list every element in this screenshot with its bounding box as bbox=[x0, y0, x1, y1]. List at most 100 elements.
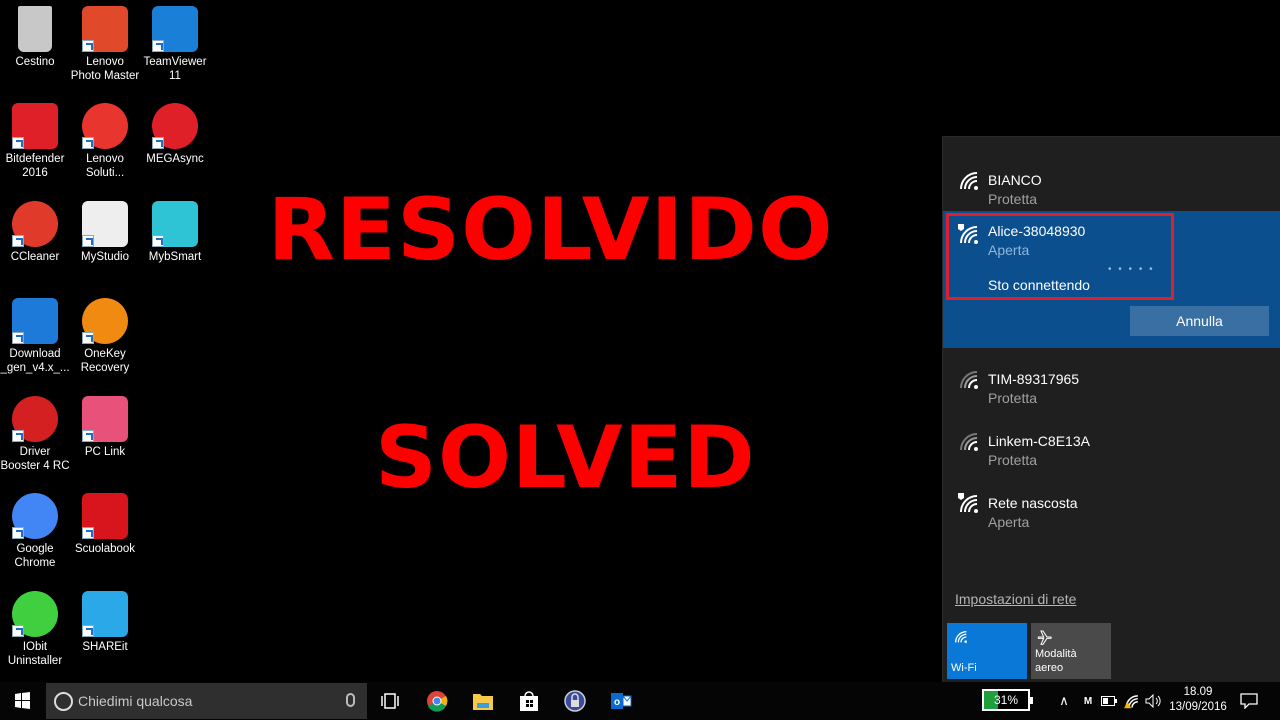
clock-time: 18.09 bbox=[1183, 686, 1213, 698]
network-security: Protetta bbox=[988, 191, 1038, 207]
start-button[interactable] bbox=[0, 682, 44, 720]
taskbar-outlook[interactable]: o bbox=[598, 682, 644, 720]
search-input[interactable] bbox=[78, 691, 328, 711]
desktop-icon-label: Driver Booster 4 RC bbox=[0, 446, 70, 472]
desktop-icon-label: Bitdefender 2016 bbox=[5, 153, 65, 179]
network-security: Protetta bbox=[988, 390, 1038, 406]
network-name: Rete nascosta bbox=[988, 495, 1078, 511]
shortcut-arrow-icon bbox=[12, 430, 24, 442]
mystudio-icon bbox=[82, 201, 128, 247]
network-item-linkem[interactable]: Linkem-C8E13A Protetta bbox=[943, 410, 1280, 472]
desktop-icon-label: MybSmart bbox=[148, 251, 202, 263]
desktop-icon[interactable]: Cestino bbox=[0, 6, 70, 69]
desktop-icon[interactable]: PC Link bbox=[70, 396, 140, 459]
desktop-icon-label: TeamViewer 11 bbox=[143, 56, 207, 82]
network-item-hidden[interactable]: Rete nascosta Aperta bbox=[943, 472, 1280, 534]
clock[interactable]: 18.09 13/09/2016 bbox=[1168, 685, 1228, 715]
tray-battery-icon[interactable] bbox=[1099, 682, 1119, 720]
shortcut-arrow-icon bbox=[12, 332, 24, 344]
network-item-bianco[interactable]: BIANCO Protetta bbox=[943, 149, 1280, 211]
megasync-icon bbox=[152, 103, 198, 149]
microphone-icon[interactable] bbox=[346, 693, 355, 707]
shortcut-arrow-icon bbox=[12, 527, 24, 539]
driver-booster-icon bbox=[12, 396, 58, 442]
desktop-icon[interactable]: OneKey Recovery bbox=[70, 298, 140, 375]
desktop-icon[interactable]: MyStudio bbox=[70, 201, 140, 264]
desktop-icon-label: Download _gen_v4.x_... bbox=[0, 348, 70, 374]
chrome-icon bbox=[12, 493, 58, 539]
airplane-mode-label: Modalità aereo bbox=[1035, 648, 1077, 674]
desktop-icon[interactable]: Scuolabook bbox=[70, 493, 140, 556]
bitdefender-icon bbox=[12, 103, 58, 149]
desktop-icon[interactable]: Download _gen_v4.x_... bbox=[0, 298, 70, 375]
recycle-bin-icon bbox=[18, 6, 52, 52]
desktop-icon[interactable]: Google Chrome bbox=[0, 493, 70, 570]
clock-date: 13/09/2016 bbox=[1169, 701, 1227, 713]
shortcut-arrow-icon bbox=[82, 137, 94, 149]
action-center-button[interactable] bbox=[1236, 682, 1262, 720]
desktop-icon[interactable]: MEGAsync bbox=[140, 103, 210, 166]
network-flyout: BIANCO Protetta Alice-38048930 Aperta • … bbox=[942, 136, 1280, 682]
desktop-icon[interactable]: Lenovo Soluti... bbox=[70, 103, 140, 180]
desktop-icon-label: OneKey Recovery bbox=[80, 348, 130, 374]
chevron-up-icon: ∧ bbox=[1059, 693, 1069, 708]
wifi-icon bbox=[955, 631, 967, 643]
task-view-icon bbox=[381, 693, 399, 709]
shortcut-arrow-icon bbox=[82, 527, 94, 539]
desktop-icon-label: Scuolabook bbox=[74, 543, 136, 555]
network-security: Aperta bbox=[988, 514, 1030, 530]
tray-m-icon[interactable]: M bbox=[1078, 682, 1098, 720]
desktop-icon-label: Cestino bbox=[15, 56, 55, 68]
desktop-icon[interactable]: IObit Uninstaller bbox=[0, 591, 70, 668]
taskbar-store[interactable] bbox=[506, 682, 552, 720]
network-settings-link[interactable]: Impostazioni di rete bbox=[955, 591, 1076, 607]
network-item-alice-connecting[interactable]: Alice-38048930 Aperta • • • • • Sto conn… bbox=[943, 211, 1280, 348]
shortcut-arrow-icon bbox=[152, 235, 164, 247]
network-item-tim[interactable]: TIM-89317965 Protetta bbox=[943, 348, 1280, 410]
shortcut-arrow-icon bbox=[82, 430, 94, 442]
airplane-mode-toggle[interactable]: Modalità aereo bbox=[1031, 623, 1111, 679]
desktop-icon[interactable]: CCleaner bbox=[0, 201, 70, 264]
desktop-icon[interactable]: TeamViewer 11 bbox=[140, 6, 210, 83]
ccleaner-icon bbox=[12, 201, 58, 247]
desktop-icon-label: SHAREit bbox=[82, 641, 128, 653]
network-name: Alice-38048930 bbox=[988, 223, 1086, 239]
connection-state: Sto connettendo bbox=[988, 277, 1090, 293]
cortana-search-box[interactable] bbox=[46, 683, 367, 719]
battery-indicator[interactable]: 31% bbox=[982, 689, 1033, 711]
shortcut-arrow-icon bbox=[82, 40, 94, 52]
wifi-toggle[interactable]: Wi-Fi bbox=[947, 623, 1027, 679]
volume-icon bbox=[1145, 694, 1161, 708]
store-icon bbox=[520, 691, 538, 711]
desktop-icon[interactable]: MybSmart bbox=[140, 201, 210, 264]
airplane-icon bbox=[1037, 630, 1052, 645]
desktop-icon[interactable]: Driver Booster 4 RC bbox=[0, 396, 70, 473]
taskbar: o 31% ∧ M 18.09 13/ bbox=[0, 682, 1280, 720]
desktop-icon-label: MEGAsync bbox=[146, 153, 204, 165]
cancel-button[interactable]: Annulla bbox=[1130, 306, 1269, 336]
windows-logo-icon bbox=[15, 692, 30, 709]
tray-volume-button[interactable] bbox=[1144, 682, 1164, 720]
show-hidden-icons-button[interactable]: ∧ bbox=[1054, 682, 1074, 720]
scuolabook-icon bbox=[82, 493, 128, 539]
desktop-icon[interactable]: Bitdefender 2016 bbox=[0, 103, 70, 180]
network-security: Aperta bbox=[988, 242, 1030, 258]
shortcut-arrow-icon bbox=[12, 625, 24, 637]
lenovo-solution-center-icon bbox=[82, 103, 128, 149]
network-name: BIANCO bbox=[988, 172, 1042, 188]
taskbar-chrome[interactable] bbox=[414, 682, 460, 720]
notification-icon bbox=[1240, 693, 1258, 709]
file-explorer-icon bbox=[473, 694, 493, 710]
download-app-icon bbox=[12, 298, 58, 344]
task-view-button[interactable] bbox=[367, 682, 413, 720]
m-app-icon: M bbox=[1083, 695, 1093, 707]
taskbar-file-explorer[interactable] bbox=[460, 682, 506, 720]
tray-network-button[interactable] bbox=[1122, 682, 1142, 720]
taskbar-keepass[interactable] bbox=[552, 682, 598, 720]
desktop-icon[interactable]: Lenovo Photo Master bbox=[70, 6, 140, 83]
shortcut-arrow-icon bbox=[12, 137, 24, 149]
desktop-icon[interactable]: SHAREit bbox=[70, 591, 140, 654]
shortcut-arrow-icon bbox=[152, 137, 164, 149]
wifi-open-warning-icon bbox=[958, 224, 978, 244]
chrome-icon bbox=[427, 691, 448, 712]
